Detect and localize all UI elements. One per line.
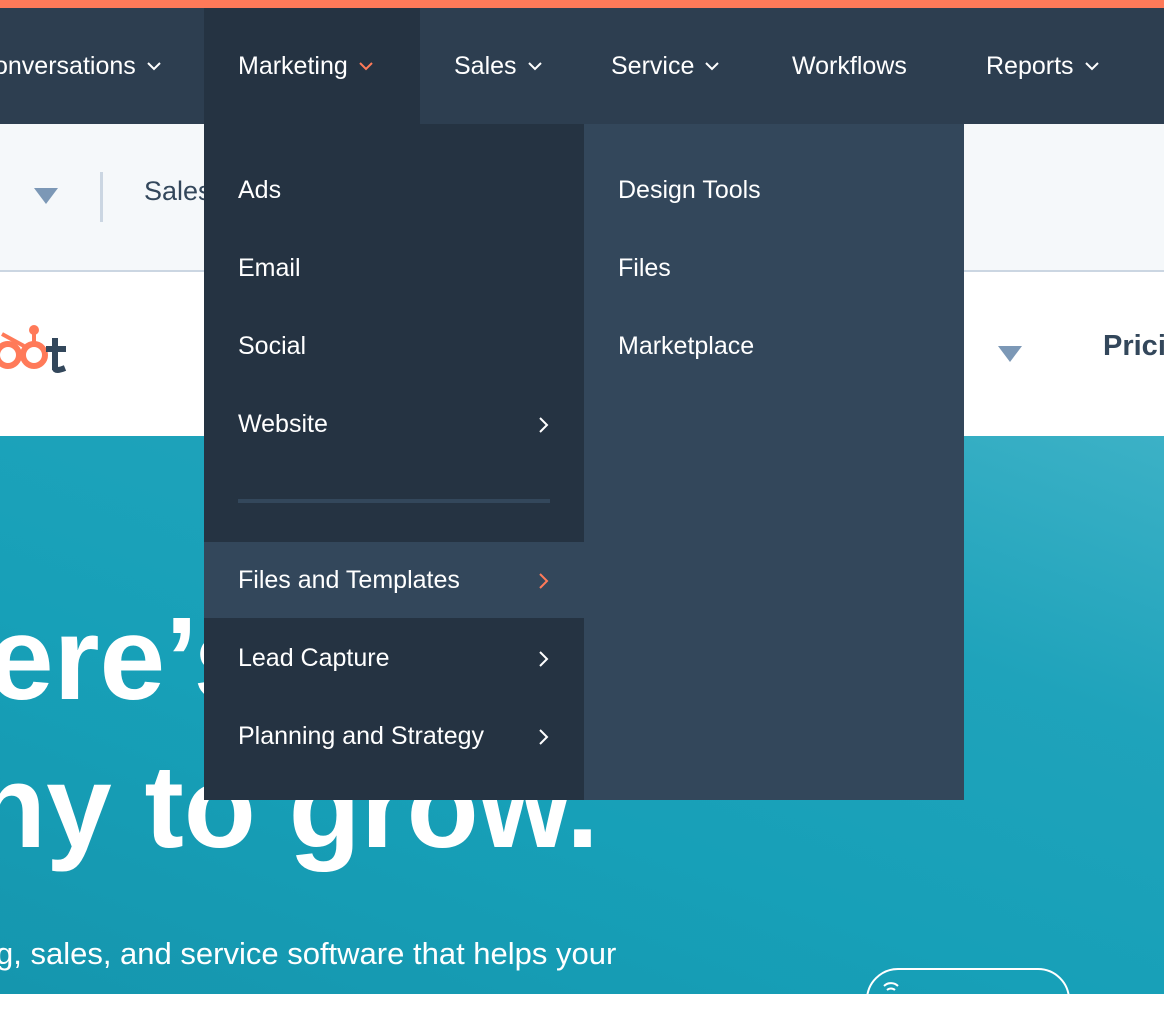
subbar-sales-link[interactable]: Sales	[144, 176, 212, 207]
menu-item-ads[interactable]: Ads	[204, 152, 584, 228]
menu-divider	[238, 499, 550, 503]
caret-down-icon[interactable]	[998, 346, 1022, 362]
chevron-right-icon	[538, 728, 550, 746]
menu-item-social[interactable]: Social	[204, 308, 584, 384]
menu-item-label: Planning and Strategy	[238, 721, 485, 750]
menu-item-lead-capture[interactable]: Lead Capture	[204, 620, 584, 696]
menu-item-label: Email	[238, 253, 301, 282]
menu-item-label: Files and Templates	[238, 565, 460, 594]
chevron-right-icon	[538, 650, 550, 668]
nav-workflows[interactable]: Workflows	[792, 8, 907, 124]
nav-conversations[interactable]: onversations	[0, 8, 162, 124]
signal-icon	[879, 982, 899, 1004]
chevron-right-icon	[538, 416, 550, 434]
chevron-right-icon	[538, 572, 550, 590]
submenu-item-label: Files	[618, 253, 671, 282]
menu-item-email[interactable]: Email	[204, 230, 584, 306]
submenu-item-marketplace[interactable]: Marketplace	[584, 308, 964, 384]
menu-item-label: Website	[238, 409, 328, 438]
nav-reports[interactable]: Reports	[986, 8, 1100, 124]
chevron-down-icon	[1084, 58, 1100, 74]
hubspot-sprocket-icon[interactable]	[0, 320, 80, 380]
hero-subtext: g, sales, and service software that help…	[0, 936, 617, 971]
menu-item-label: Social	[238, 331, 307, 360]
caret-down-icon[interactable]	[34, 188, 58, 204]
nav-sales[interactable]: Sales	[454, 8, 543, 124]
divider	[100, 172, 103, 222]
submenu-item-files[interactable]: Files	[584, 230, 964, 306]
menu-item-website[interactable]: Website	[204, 386, 584, 462]
nav-sales-label: Sales	[454, 51, 517, 80]
chevron-down-icon	[527, 58, 543, 74]
nav-marketing-label: Marketing	[238, 51, 348, 80]
nav-reports-label: Reports	[986, 51, 1074, 80]
menu-item-label: Lead Capture	[238, 643, 390, 672]
menu-item-label: Ads	[238, 175, 282, 204]
submenu-item-label: Marketplace	[618, 331, 755, 360]
nav-conversations-label: onversations	[0, 51, 136, 80]
menu-item-files-and-templates[interactable]: Files and Templates	[204, 542, 584, 618]
chevron-down-icon	[704, 58, 720, 74]
nav-workflows-label: Workflows	[792, 51, 907, 80]
top-accent-stripe	[0, 0, 1164, 8]
nav-marketing[interactable]: Marketing	[204, 8, 420, 124]
submenu-item-label: Design Tools	[618, 175, 761, 204]
chevron-down-icon	[358, 58, 374, 74]
menu-item-planning-and-strategy[interactable]: Planning and Strategy	[204, 698, 584, 774]
nav-service[interactable]: Service	[611, 8, 720, 124]
submenu-item-design-tools[interactable]: Design Tools	[584, 152, 964, 228]
nav-service-label: Service	[611, 51, 695, 80]
pricing-link[interactable]: Prici	[1103, 330, 1164, 363]
chevron-down-icon	[146, 58, 162, 74]
